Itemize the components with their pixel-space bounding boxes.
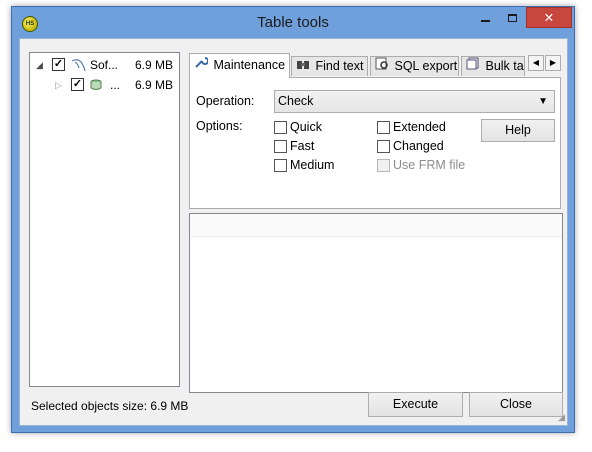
option-label: Changed — [393, 139, 444, 153]
results-output-area[interactable] — [189, 213, 563, 393]
resize-grip-icon[interactable]: ◢ — [558, 412, 565, 423]
fast-checkbox[interactable] — [274, 140, 287, 153]
server-dolphin-icon — [70, 58, 86, 72]
dialog-client-area: ◢ ✓ Sof... 6.9 MB ▷ ✓ ... 6.9 MB Mainten… — [19, 38, 568, 426]
tree-node-checkbox[interactable]: ✓ — [71, 78, 84, 91]
tab-label: Find text — [315, 59, 364, 73]
expand-arrow-icon[interactable]: ▷ — [55, 76, 62, 94]
tab-strip: Maintenance Find text SQL export Bulk ta — [189, 53, 564, 78]
minimize-button[interactable] — [472, 7, 498, 28]
tab-find-text[interactable]: Find text — [291, 56, 368, 76]
wrench-icon — [194, 54, 210, 76]
tree-node-checkbox[interactable]: ✓ — [52, 58, 65, 71]
close-icon: ✕ — [543, 11, 555, 25]
option-label: Quick — [290, 120, 322, 134]
operation-label: Operation: — [196, 94, 255, 108]
tree-node-session[interactable]: ◢ ✓ Sof... 6.9 MB — [30, 56, 179, 74]
operation-select[interactable]: Check ▼ — [274, 90, 555, 113]
tree-node-database[interactable]: ▷ ✓ ... 6.9 MB — [30, 76, 179, 94]
sql-export-icon — [375, 57, 391, 76]
options-label: Options: — [196, 119, 243, 133]
close-window-button[interactable]: ✕ — [526, 7, 572, 28]
chevron-right-icon: ▶ — [549, 58, 557, 67]
bulk-table-icon — [466, 57, 482, 76]
maximize-icon — [507, 13, 517, 22]
minimize-icon — [480, 19, 490, 22]
tab-label: SQL export — [394, 59, 458, 73]
tab-sql-export[interactable]: SQL export — [370, 56, 459, 76]
operation-value: Check — [278, 94, 314, 108]
tree-node-size: 6.9 MB — [134, 58, 173, 72]
maximize-button[interactable] — [499, 7, 525, 28]
close-button[interactable]: Close — [469, 392, 563, 417]
chevron-down-icon: ▼ — [538, 96, 548, 107]
tree-node-label: ... — [110, 78, 121, 92]
execute-button[interactable]: Execute — [368, 392, 463, 417]
option-label: Fast — [290, 139, 315, 153]
use-frm-file-checkbox — [377, 159, 390, 172]
tab-bulk-table[interactable]: Bulk ta — [461, 56, 525, 76]
tree-node-size: 6.9 MB — [134, 78, 173, 92]
title-bar[interactable]: HS Table tools ✕ — [12, 7, 574, 38]
database-icon — [89, 78, 105, 92]
collapse-arrow-icon[interactable]: ◢ — [36, 56, 43, 74]
selected-size-status: Selected objects size: 6.9 MB — [31, 399, 189, 413]
tab-label: Maintenance — [213, 58, 286, 72]
medium-checkbox[interactable] — [274, 159, 287, 172]
changed-checkbox[interactable] — [377, 140, 390, 153]
option-label: Medium — [290, 158, 335, 172]
option-label: Use FRM file — [393, 158, 466, 172]
maintenance-panel: Operation: Check ▼ Options: Quick Fast M… — [189, 77, 561, 209]
quick-checkbox[interactable] — [274, 121, 287, 134]
object-tree[interactable]: ◢ ✓ Sof... 6.9 MB ▷ ✓ ... 6.9 MB — [29, 52, 180, 387]
tab-maintenance[interactable]: Maintenance — [189, 53, 290, 78]
tab-scroll-left-button[interactable]: ◀ — [528, 55, 544, 71]
extended-checkbox[interactable] — [377, 121, 390, 134]
binoculars-icon — [296, 57, 312, 76]
table-tools-window: HS Table tools ✕ ◢ ✓ Sof... 6.9 MB ▷ ✓ .… — [11, 6, 575, 433]
tree-node-label: Sof... — [90, 58, 119, 72]
tab-label: Bulk ta — [485, 59, 524, 73]
option-label: Extended — [393, 120, 446, 134]
chevron-left-icon: ◀ — [532, 58, 540, 67]
help-button[interactable]: Help — [481, 119, 555, 142]
tab-scroll-right-button[interactable]: ▶ — [545, 55, 561, 71]
results-header — [190, 214, 562, 237]
